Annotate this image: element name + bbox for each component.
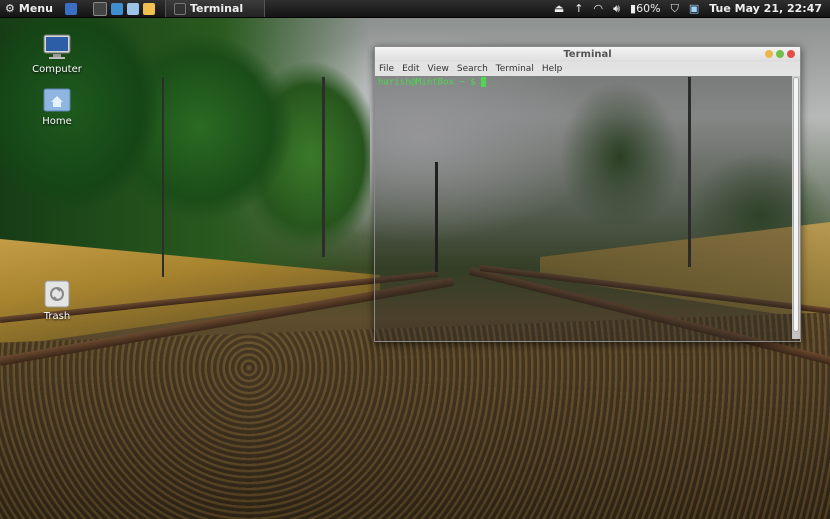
menu-terminal[interactable]: Terminal xyxy=(496,64,534,74)
battery-indicator[interactable]: ▮60% xyxy=(630,2,661,15)
wifi-icon[interactable]: ◠ xyxy=(594,2,604,15)
terminal-launcher-icon[interactable] xyxy=(92,1,107,16)
computer-icon xyxy=(43,33,71,61)
menu-label: Menu xyxy=(18,2,53,15)
update-manager-icon[interactable]: ⏏ xyxy=(554,2,564,15)
gear-icon: ⚙ xyxy=(5,2,15,15)
show-desktop-icon[interactable] xyxy=(64,2,77,15)
terminal-menubar: File Edit View Search Terminal Help xyxy=(375,62,800,76)
volume-icon[interactable]: 🔊︎ xyxy=(613,2,620,16)
wallpaper-pole xyxy=(322,77,325,257)
upload-arrow-icon[interactable]: ↑ xyxy=(574,2,583,15)
text-cursor xyxy=(480,77,486,87)
desktop-icon-label: Home xyxy=(42,116,72,127)
desktop-icon-trash[interactable]: Trash xyxy=(27,280,87,322)
notes-launcher-icon[interactable] xyxy=(142,2,155,15)
desktop-icon-label: Trash xyxy=(43,311,71,322)
terminal-titlebar[interactable]: Terminal xyxy=(375,47,800,62)
terminal-window[interactable]: Terminal File Edit View Search Terminal … xyxy=(374,46,801,342)
desktop-icon-computer[interactable]: Computer xyxy=(27,33,87,75)
files-launcher-icon[interactable] xyxy=(126,2,139,15)
taskbar-terminal-label: Terminal xyxy=(189,2,244,15)
battery-percent: 60% xyxy=(636,2,661,15)
minimize-button[interactable] xyxy=(765,50,773,58)
shield-icon[interactable]: ⛉ xyxy=(671,2,679,16)
terminal-window-title: Terminal xyxy=(563,49,612,60)
system-tray: ⏏ ↑ ◠ 🔊︎ ▮60% ⛉ ▣ Tue May 21, 22:47 xyxy=(554,0,830,17)
menu-edit[interactable]: Edit xyxy=(402,64,419,74)
desktop-icon-home[interactable]: Home xyxy=(27,85,87,127)
home-folder-icon xyxy=(43,85,71,113)
top-panel: ⚙ Menu Terminal ⏏ ↑ ◠ 🔊︎ ▮60% ⛉ ▣ Tue Ma… xyxy=(0,0,830,18)
menu-file[interactable]: File xyxy=(379,64,394,74)
terminal-icon xyxy=(173,2,186,15)
browser-launcher-icon[interactable] xyxy=(110,2,123,15)
desktop-icon-label: Computer xyxy=(32,64,82,75)
close-button[interactable] xyxy=(787,50,795,58)
menu-button[interactable]: ⚙ Menu xyxy=(0,0,59,17)
scrollbar-thumb[interactable] xyxy=(793,77,799,332)
menu-view[interactable]: View xyxy=(428,64,449,74)
wallpaper-pole xyxy=(162,77,164,277)
menu-help[interactable]: Help xyxy=(542,64,563,74)
trash-icon xyxy=(43,280,71,308)
taskbar-terminal-button[interactable]: Terminal xyxy=(164,0,265,17)
shell-prompt: harish@MintBox ~ $ xyxy=(378,77,476,88)
clipboard-icon[interactable]: ▣ xyxy=(689,2,699,15)
menu-search[interactable]: Search xyxy=(457,64,488,74)
terminal-output[interactable]: harish@MintBox ~ $ xyxy=(375,76,800,341)
terminal-scrollbar[interactable] xyxy=(792,76,800,339)
clock[interactable]: Tue May 21, 22:47 xyxy=(709,2,822,15)
maximize-button[interactable] xyxy=(776,50,784,58)
